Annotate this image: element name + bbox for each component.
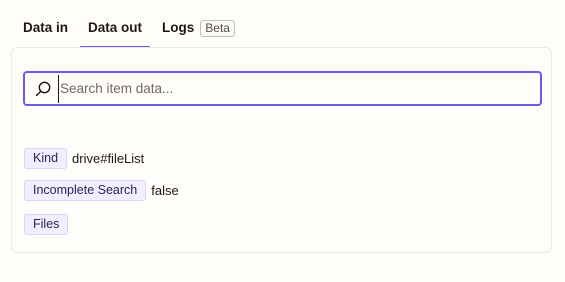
tab-data-out-label: Data out [88,20,143,35]
search-input[interactable] [58,74,540,103]
data-out-panel: Kind drive#fileList Incomplete Search fa… [11,47,552,253]
search-icon [34,80,52,98]
tab-logs-label: Logs [162,20,195,35]
tab-data-in[interactable]: Data in [13,12,78,40]
item-value-incomplete-search: false [151,183,179,198]
item-row-incomplete-search: Incomplete Search false [24,180,179,201]
search-box[interactable] [23,71,542,106]
item-key-incomplete-search[interactable]: Incomplete Search [24,180,147,201]
beta-badge: Beta [200,20,235,37]
item-key-kind[interactable]: Kind [24,148,68,169]
item-key-files[interactable]: Files [24,214,69,235]
tab-data-in-label: Data in [23,20,69,35]
item-row-files: Files [24,214,69,235]
tab-bar: Data in Data out Logs Beta [13,12,245,48]
tab-data-out[interactable]: Data out [78,12,152,48]
tab-logs[interactable]: Logs Beta [152,12,245,40]
item-value-kind: drive#fileList [72,151,145,166]
item-row-kind: Kind drive#fileList [24,148,144,169]
